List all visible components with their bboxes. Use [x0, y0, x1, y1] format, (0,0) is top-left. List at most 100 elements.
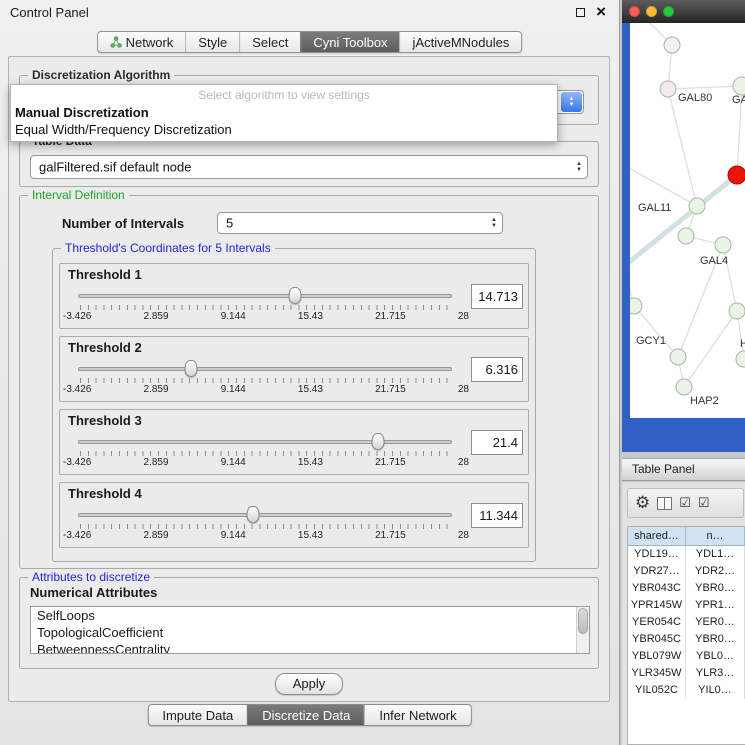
number-of-intervals-value: 5 [226, 216, 233, 231]
table-row[interactable]: YPR145WYPR1… [628, 597, 745, 614]
slider-scale: -3.4262.8599.14415.4321.71528 [63, 311, 469, 322]
tab-select[interactable]: Select [239, 32, 300, 52]
threshold-slider[interactable]: -3.4262.8599.14415.4321.71528 [70, 358, 460, 400]
scale-label: 21.715 [375, 530, 406, 541]
network-node[interactable] [736, 351, 745, 367]
threshold-label: Threshold 4 [68, 486, 142, 501]
tab-label: Network [126, 35, 174, 50]
bottom-tab-infer-network[interactable]: Infer Network [364, 705, 470, 725]
table-cell: YIL052C [628, 682, 686, 699]
scrollbar-thumb[interactable] [578, 608, 588, 634]
threshold-slider[interactable]: -3.4262.8599.14415.4321.71528 [70, 285, 460, 327]
interval-definition-title: Interval Definition [28, 188, 129, 202]
tab-jactivemnodules[interactable]: jActiveMNodules [400, 32, 522, 52]
network-edge [630, 163, 697, 206]
thresholds-group: Threshold's Coordinates for 5 Intervals … [52, 248, 536, 562]
scale-label: 15.43 [298, 311, 323, 322]
threshold-slider[interactable]: -3.4262.8599.14415.4321.71528 [70, 504, 460, 546]
column-header[interactable]: shared… [628, 527, 686, 545]
threshold-value-field[interactable]: 11.344 [471, 503, 523, 528]
minimize-traffic-light-icon[interactable] [646, 6, 657, 17]
network-node[interactable] [664, 37, 680, 53]
network-node[interactable] [715, 237, 731, 253]
scale-label: 9.144 [221, 530, 246, 541]
network-node[interactable] [676, 379, 692, 395]
table-row[interactable]: YLR345WYLR3… [628, 665, 745, 682]
close-window-icon[interactable]: × [596, 3, 606, 21]
bottom-tab-impute-data[interactable]: Impute Data [148, 705, 247, 725]
column-header[interactable]: n… [686, 527, 745, 545]
tab-network[interactable]: Network [98, 32, 186, 52]
network-node[interactable] [733, 77, 745, 95]
slider-ticks [80, 305, 450, 310]
numerical-attributes-list[interactable]: SelfLoopsTopologicalCoefficientBetweenne… [30, 606, 590, 654]
table-row[interactable]: YBR045CYBR0… [628, 631, 745, 648]
float-window-icon[interactable] [576, 8, 585, 17]
network-node[interactable] [630, 298, 642, 314]
apply-button[interactable]: Apply [275, 673, 343, 695]
attribute-item[interactable]: BetweennessCentrality [31, 641, 589, 654]
attribute-item[interactable]: SelfLoops [31, 607, 589, 624]
network-canvas[interactable]: GAL80GAGAL11GAL4GCY1HAP2H [630, 23, 745, 418]
slider-thumb[interactable] [289, 287, 302, 304]
zoom-traffic-light-icon[interactable] [663, 6, 674, 17]
table-row[interactable]: YDL19…YDL1… [628, 546, 745, 563]
network-icon [110, 36, 122, 48]
scale-label: 2.859 [144, 457, 169, 468]
threshold-value-field[interactable]: 21.4 [471, 430, 523, 455]
threshold-value-field[interactable]: 14.713 [471, 284, 523, 309]
algorithm-option[interactable]: Manual Discretization [11, 104, 557, 121]
slider-thumb[interactable] [184, 360, 197, 377]
table-row[interactable]: YBL079WYBL0… [628, 648, 745, 665]
slider-scale: -3.4262.8599.14415.4321.71528 [63, 384, 469, 395]
table-cell: YBL0… [686, 648, 745, 665]
combo-stepper-icon[interactable]: ▲ ▼ [561, 92, 582, 112]
select-none-icon[interactable]: ☑ [698, 495, 710, 511]
tab-label: Select [252, 35, 288, 50]
thresholds-group-title: Threshold's Coordinates for 5 Intervals [61, 241, 275, 255]
scale-label: -3.426 [63, 530, 91, 541]
arrow-down-icon: ▼ [569, 102, 575, 108]
algorithm-option[interactable]: Equal Width/Frequency Discretization [11, 121, 557, 138]
threshold-slider[interactable]: -3.4262.8599.14415.4321.71528 [70, 431, 460, 473]
top-tab-bar: Network Style Select Cyni ToolboxjActiveMNo… [97, 31, 523, 53]
network-node[interactable] [678, 228, 694, 244]
slider-thumb[interactable] [372, 433, 385, 450]
network-node[interactable] [689, 198, 705, 214]
scale-label: 21.715 [375, 384, 406, 395]
popup-placeholder: Select algorithm to view settings [11, 85, 557, 104]
slider-thumb[interactable] [247, 506, 260, 523]
tab-style[interactable]: Style [185, 32, 239, 52]
network-node[interactable] [660, 81, 676, 97]
table-row[interactable]: YDR27…YDR2… [628, 563, 745, 580]
table-body: YDL19…YDL1…YDR27…YDR2…YBR043CYBR0…YPR145… [628, 546, 745, 699]
columns-icon[interactable] [657, 497, 672, 510]
list-scrollbar[interactable] [576, 607, 589, 653]
table-data-combobox[interactable]: galFiltered.sif default node ▲ ▼ [30, 155, 588, 179]
close-traffic-light-icon[interactable] [629, 6, 640, 17]
network-node[interactable] [670, 349, 686, 365]
table-row[interactable]: YER054CYER0… [628, 614, 745, 631]
attribute-items: SelfLoopsTopologicalCoefficientBetweenne… [31, 607, 589, 654]
table-row[interactable]: YBR043CYBR0… [628, 580, 745, 597]
table-cell: YDR2… [686, 563, 745, 580]
tab-cyni-toolbox[interactable]: Cyni Toolbox [300, 32, 399, 52]
network-node[interactable] [728, 166, 745, 184]
table-cell: YIL0… [686, 682, 745, 699]
table-cell: YER0… [686, 614, 745, 631]
network-node-label: GA [732, 94, 745, 106]
table-row[interactable]: YIL052CYIL0… [628, 682, 745, 699]
network-node[interactable] [729, 303, 745, 319]
number-of-intervals-spinner[interactable]: 5 ▲ ▼ [217, 212, 503, 234]
attribute-item[interactable]: TopologicalCoefficient [31, 624, 589, 641]
select-all-icon[interactable]: ☑ [679, 495, 691, 511]
slider-track [78, 367, 452, 371]
bottom-tab-discretize-data[interactable]: Discretize Data [247, 705, 364, 725]
threshold-box: Threshold 4 11.344 -3.4262.8599.14415.4321… [59, 482, 529, 548]
table-cell: YLR3… [686, 665, 745, 682]
gear-icon[interactable]: ⚙ [635, 493, 650, 513]
attributes-group: Attributes to discretize Numerical Attri… [19, 577, 599, 669]
threshold-value-field[interactable]: 6.316 [471, 357, 523, 382]
network-edge [634, 306, 678, 357]
table-cell: YDR27… [628, 563, 686, 580]
